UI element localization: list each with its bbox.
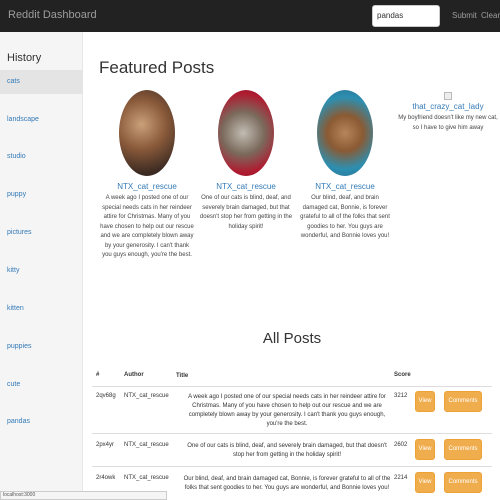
- post-score: 3212: [394, 393, 408, 399]
- brand-link[interactable]: Reddit Dashboard: [8, 9, 97, 21]
- navbar: Reddit Dashboard pandas Submit Clear: [0, 0, 500, 32]
- column-header-title: Title: [176, 373, 189, 379]
- view-button[interactable]: View: [415, 391, 435, 412]
- post-id: 2px4yr: [96, 442, 115, 448]
- status-bar-url: localhost:3000: [0, 491, 167, 500]
- post-id: 2r4owk: [96, 475, 116, 481]
- featured-post-text: My boyfriend doesn't like my new cat, so…: [398, 115, 498, 131]
- featured-post-author[interactable]: NTX_cat_rescue: [98, 182, 196, 191]
- sidebar-item-cute[interactable]: cute: [0, 373, 83, 397]
- featured-post-image[interactable]: [119, 90, 175, 176]
- sidebar-item-kitten[interactable]: kitten: [0, 297, 83, 321]
- table-row: 2px4yr NTX_cat_rescue One of our cats is…: [92, 434, 492, 467]
- sidebar-item-kitty[interactable]: kitty: [0, 259, 83, 283]
- post-title: Our blind, deaf, and brain damaged cat, …: [183, 476, 391, 491]
- featured-post-author[interactable]: NTX_cat_rescue: [296, 182, 394, 191]
- search-input[interactable]: pandas: [372, 5, 440, 27]
- featured-post-text: Our blind, deaf, and brain damaged cat, …: [300, 195, 390, 239]
- sidebar-item-landscape[interactable]: landscape: [0, 108, 83, 132]
- sidebar-item-pictures[interactable]: pictures: [0, 221, 83, 245]
- post-score: 2214: [394, 475, 408, 481]
- post-title: A week ago I posted one of our special n…: [188, 394, 386, 427]
- comments-button[interactable]: Comments: [444, 439, 482, 460]
- submit-button[interactable]: Submit: [452, 11, 477, 20]
- featured-post-card: NTX_cat_rescue Our blind, deaf, and brai…: [296, 90, 394, 242]
- table-row: 2qv68g NTX_cat_rescue A week ago I poste…: [92, 387, 492, 434]
- post-id: 2qv68g: [96, 393, 116, 399]
- post-author: NTX_cat_rescue: [124, 393, 169, 399]
- clear-button[interactable]: Clear: [481, 11, 500, 20]
- sidebar: History cats landscape studio puppy pict…: [0, 32, 83, 500]
- featured-post-text: One of our cats is blind, deaf, and seve…: [199, 195, 293, 230]
- main-content: Featured Posts NTX_cat_rescue A week ago…: [84, 32, 500, 500]
- post-title: One of our cats is blind, deaf, and seve…: [187, 443, 387, 458]
- featured-posts-heading: Featured Posts: [99, 58, 215, 77]
- view-button[interactable]: View: [415, 472, 435, 493]
- post-author: NTX_cat_rescue: [124, 442, 169, 448]
- sidebar-item-pandas[interactable]: pandas: [0, 410, 83, 434]
- column-header-author: Author: [124, 372, 144, 378]
- featured-post-author[interactable]: NTX_cat_rescue: [197, 182, 295, 191]
- sidebar-item-puppy[interactable]: puppy: [0, 183, 83, 207]
- featured-post-image[interactable]: [317, 90, 373, 176]
- comments-button[interactable]: Comments: [444, 391, 482, 412]
- table-header: # Author Title Score: [92, 362, 492, 387]
- sidebar-item-studio[interactable]: studio: [0, 145, 83, 169]
- featured-post-card: NTX_cat_rescue One of our cats is blind,…: [197, 90, 295, 232]
- posts-table: # Author Title Score 2qv68g NTX_cat_resc…: [92, 362, 492, 500]
- featured-post-image[interactable]: [218, 90, 274, 176]
- comments-button[interactable]: Comments: [444, 472, 482, 493]
- column-header-number: #: [96, 372, 100, 378]
- post-score: 2602: [394, 442, 408, 448]
- broken-image-icon: [444, 92, 452, 100]
- sidebar-item-cats[interactable]: cats: [0, 70, 83, 94]
- post-author: NTX_cat_rescue: [124, 475, 169, 481]
- all-posts-heading: All Posts: [262, 330, 322, 347]
- featured-post-author[interactable]: that_crazy_cat_lady: [396, 102, 500, 111]
- column-header-score: Score: [394, 372, 411, 378]
- sidebar-title: History: [7, 52, 42, 64]
- featured-post-text: A week ago I posted one of our special n…: [100, 195, 194, 258]
- featured-post-card: that_crazy_cat_lady My boyfriend doesn't…: [396, 90, 500, 133]
- view-button[interactable]: View: [415, 439, 435, 460]
- sidebar-item-puppies[interactable]: puppies: [0, 335, 83, 359]
- featured-post-card: NTX_cat_rescue A week ago I posted one o…: [98, 90, 196, 261]
